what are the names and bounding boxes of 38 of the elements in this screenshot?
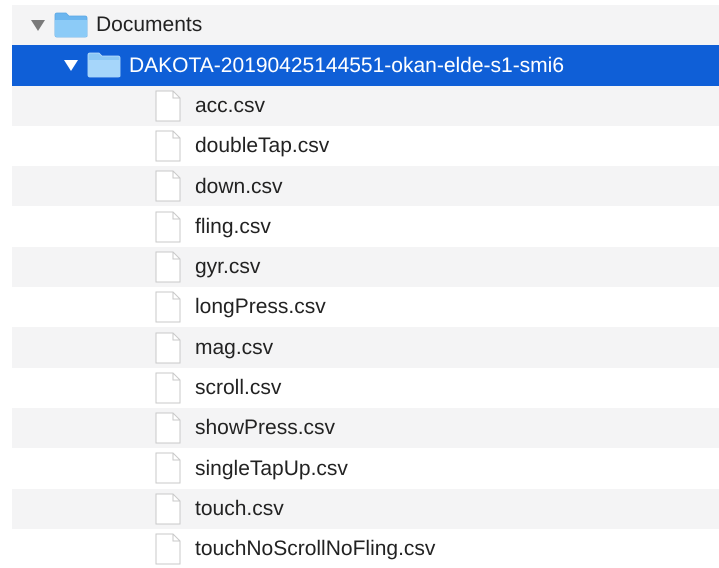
tree-row[interactable]: DAKOTA-20190425144551-okan-elde-s1-smi6 xyxy=(12,45,719,86)
tree-row[interactable]: Documents xyxy=(12,5,719,46)
tree-row[interactable]: touch.csv xyxy=(12,488,719,529)
file-name: acc.csv xyxy=(195,92,266,119)
file-name: fling.csv xyxy=(195,214,271,240)
tree-row[interactable]: mag.csv xyxy=(12,327,719,368)
file-name: singleTapUp.csv xyxy=(195,456,348,482)
file-name: doubleTap.csv xyxy=(195,133,330,160)
file-name: showPress.csv xyxy=(195,415,336,442)
disclosure-triangle-icon[interactable] xyxy=(30,18,46,32)
file-name: scroll.csv xyxy=(195,375,282,402)
document-icon xyxy=(155,130,181,162)
folder-name: DAKOTA-20190425144551-okan-elde-s1-smi6 xyxy=(129,52,564,79)
folder-icon xyxy=(54,12,88,38)
document-icon xyxy=(155,372,181,404)
tree-row[interactable]: down.csv xyxy=(12,166,719,206)
file-name: touchNoScrollNoFling.csv xyxy=(195,536,436,562)
document-icon xyxy=(155,210,181,243)
folder-name: Documents xyxy=(96,12,202,38)
tree-row[interactable]: acc.csv xyxy=(12,86,719,126)
tree-row[interactable]: showPress.csv xyxy=(12,408,719,448)
disclosure-triangle-icon[interactable] xyxy=(63,58,79,72)
document-icon xyxy=(155,90,181,122)
document-icon xyxy=(155,533,181,565)
document-icon xyxy=(155,250,181,283)
document-icon xyxy=(155,412,181,444)
tree-row[interactable]: gyr.csv xyxy=(12,246,719,288)
document-icon xyxy=(155,332,181,364)
file-name: down.csv xyxy=(195,174,283,200)
document-icon xyxy=(155,291,181,324)
document-icon xyxy=(155,492,181,525)
file-name: gyr.csv xyxy=(195,254,260,280)
file-name: touch.csv xyxy=(195,496,284,522)
folder-icon xyxy=(87,52,121,78)
document-icon xyxy=(155,452,181,484)
file-name: longPress.csv xyxy=(195,294,326,320)
document-icon xyxy=(155,170,181,202)
file-name: mag.csv xyxy=(195,334,274,361)
